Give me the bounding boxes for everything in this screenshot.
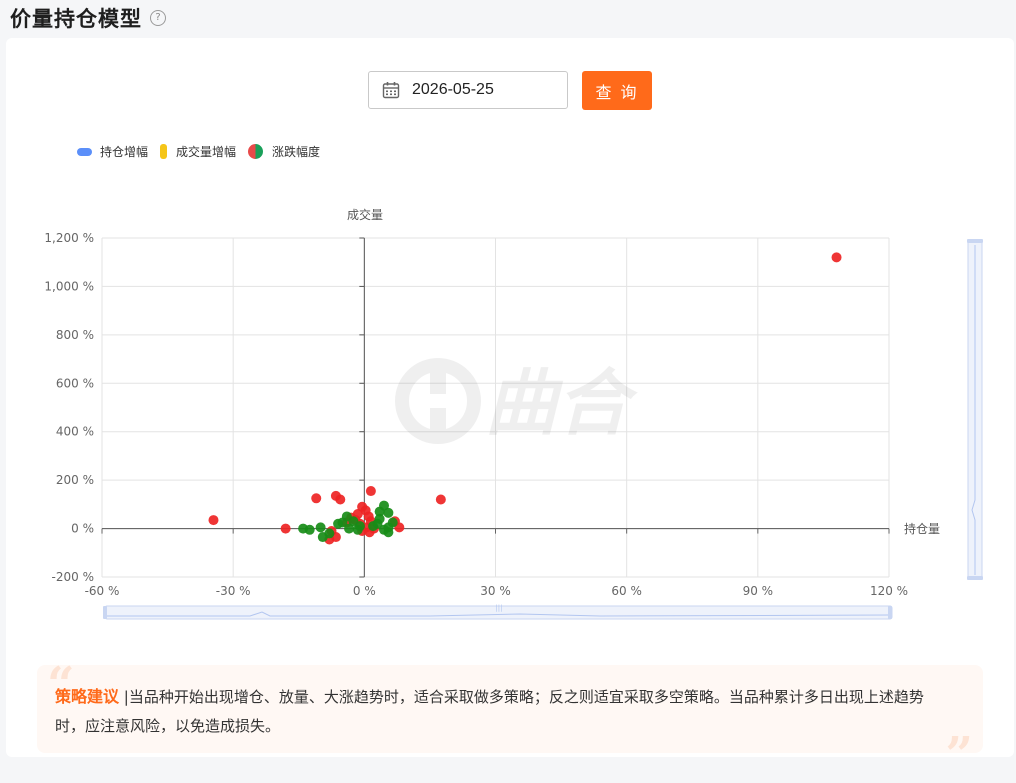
watermark: 曲合 [395, 358, 638, 445]
scatter-point-up[interactable] [280, 523, 291, 534]
scatter-point-up[interactable] [435, 494, 446, 505]
slider-handle-left [103, 606, 107, 619]
scatter-point-down[interactable] [304, 524, 315, 535]
scatter-point-up[interactable] [311, 493, 322, 504]
scatter-point-up[interactable] [335, 494, 346, 505]
strategy-text-block: 策略建议 |当品种开始出现增仓、放量、大涨趋势时，适合采取做多策略；反之则适宜采… [55, 682, 925, 741]
x-tick-label: 30 % [480, 584, 511, 598]
scatter-point-down[interactable] [324, 528, 335, 539]
close-quote-icon: ” [945, 727, 973, 783]
scatter-point-down[interactable] [315, 522, 326, 533]
x-tick-label: 120 % [870, 584, 908, 598]
y-tick-label: 400 % [56, 425, 94, 439]
y-tick-label: 0 % [71, 522, 94, 536]
y-tick-label: 600 % [56, 376, 94, 390]
slider-handle-right [888, 606, 892, 619]
x-tick-label: 90 % [743, 584, 774, 598]
scatter-point-down[interactable] [368, 521, 379, 532]
x-axis-label: 持仓量 [904, 521, 940, 536]
y-tick-label: 1,200 % [44, 231, 94, 245]
watermark-text: 曲合 [485, 361, 638, 445]
y-tick-label: 1,000 % [44, 279, 94, 293]
x-tick-label: 60 % [611, 584, 642, 598]
y-tick-label: -200 % [52, 570, 94, 584]
y-tick-label: 800 % [56, 328, 94, 342]
y-axis-label: 成交量 [347, 207, 383, 222]
strategy-tip: “ 策略建议 |当品种开始出现增仓、放量、大涨趋势时，适合采取做多策略；反之则适… [37, 661, 983, 779]
y-zoom-slider[interactable] [967, 239, 983, 580]
slider-handle-bottom [967, 576, 983, 580]
svg-text:|||: ||| [495, 604, 502, 612]
x-zoom-slider[interactable]: ||| [103, 604, 893, 620]
scatter-point-up[interactable] [365, 486, 376, 497]
strategy-text: |当品种开始出现增仓、放量、大涨趋势时，适合采取做多策略；反之则适宜采取多空策略… [55, 688, 924, 735]
x-tick-label: -30 % [216, 584, 251, 598]
y-tick-label: 200 % [56, 473, 94, 487]
slider-handle-top [967, 239, 983, 243]
scatter-point-down[interactable] [383, 507, 394, 518]
x-tick-label: 0 % [353, 584, 376, 598]
strategy-label: 策略建议 [55, 687, 120, 706]
x-tick-label: -60 % [85, 584, 120, 598]
scatter-point-down[interactable] [354, 521, 365, 532]
scatter-chart[interactable]: 曲合 -200 % 0 % 200 % 400 % 600 % 800 % 1,000 % 1… [0, 0, 1016, 660]
scatter-point-up[interactable] [208, 515, 219, 526]
scatter-point-up[interactable] [831, 252, 842, 263]
